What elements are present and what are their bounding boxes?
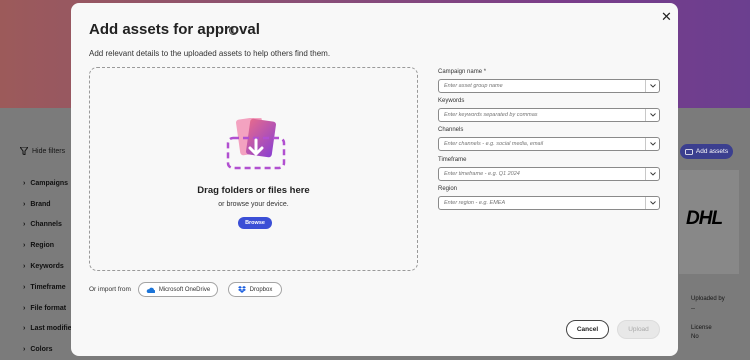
filter-label: Channels	[30, 221, 62, 229]
asset-logo: DHL	[686, 208, 723, 229]
chevron-right-icon: ›	[23, 263, 26, 271]
drop-title: Drag folders or files here	[197, 185, 310, 196]
dialog-subtitle: Add relevant details to the uploaded ass…	[89, 49, 331, 58]
cancel-button[interactable]: Cancel	[566, 320, 609, 339]
dropbox-icon	[237, 286, 246, 293]
filter-item-channels[interactable]: › Channels	[23, 215, 76, 236]
chevron-right-icon: ›	[23, 200, 26, 208]
filter-label: Timeframe	[30, 283, 66, 291]
campaign-name-combobox[interactable]	[438, 79, 660, 93]
filter-list: › Campaigns › Brand › Channels › Region › Key…	[23, 173, 76, 360]
campaign-name-label-text: Campaign name	[438, 69, 483, 75]
keywords-input[interactable]	[439, 109, 644, 121]
onedrive-icon	[146, 287, 155, 293]
region-label: Region	[438, 186, 458, 192]
filter-label: Brand	[30, 200, 51, 208]
filter-item-keywords[interactable]: › Keywords	[23, 256, 76, 277]
onedrive-button[interactable]: Microsoft OneDrive	[138, 282, 218, 297]
chevron-down-icon[interactable]	[645, 80, 659, 92]
add-assets-icon	[685, 148, 693, 155]
import-label: Or import from	[89, 286, 131, 293]
hide-filters-label: Hide filters	[32, 147, 66, 155]
campaign-name-input[interactable]	[439, 80, 644, 92]
channels-combobox[interactable]	[438, 137, 660, 151]
keywords-combobox[interactable]	[438, 108, 660, 122]
license-value: No	[691, 334, 699, 340]
chevron-right-icon: ›	[23, 304, 26, 312]
add-assets-button[interactable]: Add assets	[680, 144, 733, 159]
chevron-down-icon[interactable]	[645, 168, 659, 180]
region-input[interactable]	[439, 197, 644, 209]
timeframe-combobox[interactable]	[438, 167, 660, 181]
chevron-down-icon[interactable]	[645, 197, 659, 209]
campaign-name-label: Campaign name *	[438, 69, 486, 75]
filter-item-file-format[interactable]: › File format	[23, 298, 76, 319]
uploaded-by-value: --	[691, 306, 695, 312]
keywords-label: Keywords	[438, 98, 465, 104]
channels-label: Channels	[438, 127, 464, 133]
timeframe-label: Timeframe	[438, 157, 467, 163]
filter-label: Colors	[30, 346, 53, 354]
filter-item-campaigns[interactable]: › Campaigns	[23, 173, 76, 194]
browse-button[interactable]: Browse	[238, 217, 272, 229]
dropbox-button[interactable]: Dropbox	[228, 282, 282, 297]
filter-label: Last modified	[30, 325, 76, 333]
chevron-right-icon: ›	[23, 325, 26, 333]
region-combobox[interactable]	[438, 196, 660, 210]
info-icon[interactable]: i	[229, 26, 238, 35]
add-assets-dialog: ✕ Add assets for approval i Add relevant…	[71, 3, 678, 356]
chevron-right-icon: ›	[23, 221, 26, 229]
file-drop-zone[interactable]: Drag folders or files here or browse you…	[89, 67, 418, 271]
chevron-down-icon[interactable]	[645, 138, 659, 150]
upload-icon	[226, 118, 286, 170]
onedrive-label: Microsoft OneDrive	[158, 286, 211, 293]
license-label: License	[691, 325, 712, 331]
upload-button[interactable]: Upload	[617, 320, 660, 339]
chevron-down-icon[interactable]	[645, 109, 659, 121]
drop-subtitle: or browse your device.	[218, 201, 289, 208]
filter-label: Campaigns	[30, 179, 69, 187]
filter-label: Keywords	[30, 263, 64, 271]
close-icon[interactable]: ✕	[661, 9, 672, 25]
filter-label: Region	[30, 242, 55, 250]
hide-filters-button[interactable]: Hide filters	[20, 147, 65, 155]
channels-input[interactable]	[439, 138, 644, 150]
required-mark: *	[483, 69, 487, 75]
chevron-right-icon: ›	[23, 283, 26, 291]
filter-item-timeframe[interactable]: › Timeframe	[23, 277, 76, 298]
dropbox-label: Dropbox	[249, 286, 273, 293]
timeframe-input[interactable]	[439, 168, 644, 180]
filter-label: File format	[30, 304, 67, 312]
filter-item-region[interactable]: › Region	[23, 235, 76, 256]
uploaded-by-label: Uploaded by	[691, 296, 725, 302]
chevron-right-icon: ›	[23, 346, 26, 354]
chevron-right-icon: ›	[23, 179, 26, 187]
filter-item-last-modified[interactable]: › Last modified	[23, 319, 76, 340]
filter-icon	[20, 147, 28, 155]
chevron-right-icon: ›	[23, 242, 26, 250]
filter-item-colors[interactable]: › Colors	[23, 339, 76, 360]
filter-item-brand[interactable]: › Brand	[23, 194, 76, 215]
add-assets-label: Add assets	[695, 148, 729, 155]
